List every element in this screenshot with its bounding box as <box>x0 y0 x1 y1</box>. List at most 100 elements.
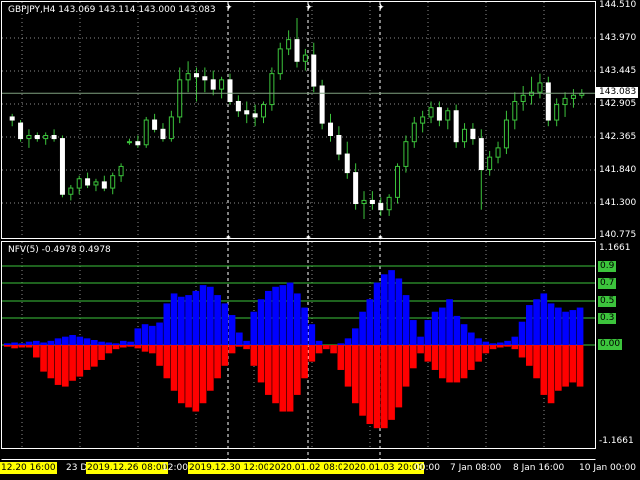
histogram-bar-positive <box>185 295 192 345</box>
price-axis-label: 143.445 <box>599 66 637 76</box>
histogram-bar-positive <box>555 307 562 345</box>
histogram-bar-negative <box>228 345 236 354</box>
histogram-bar-positive <box>475 338 482 345</box>
histogram-bar-positive <box>439 307 446 345</box>
marker-icon: ✦ <box>377 233 384 242</box>
level-tag-0.3: 0.3 <box>598 313 617 324</box>
indicator-axis-max: 1.1661 <box>599 243 631 253</box>
histogram-bar-negative <box>236 345 243 347</box>
histogram-bar-positive <box>308 324 316 345</box>
histogram-bar-positive <box>526 305 533 345</box>
time-axis-label: 10 Jan 00:00 <box>579 463 636 473</box>
nfv-histogram <box>4 270 584 429</box>
histogram-bar-negative <box>127 345 134 347</box>
histogram-bar-positive <box>344 338 352 345</box>
candle-bull <box>570 94 576 99</box>
histogram-bar-positive <box>221 303 229 345</box>
candle-bull <box>68 187 74 195</box>
indicator-axis-min: -1.1661 <box>599 436 634 446</box>
histogram-bar-positive <box>562 311 569 345</box>
histogram-bar-negative <box>279 345 287 412</box>
histogram-bar-negative <box>62 345 69 387</box>
histogram-bar-positive <box>446 299 453 345</box>
candle-bull <box>302 54 308 62</box>
histogram-bar-negative <box>446 345 453 383</box>
candle-bull <box>177 79 183 118</box>
histogram-bar-negative <box>91 345 98 367</box>
current-price-tag: 143.083 <box>596 87 638 98</box>
candle-bull <box>411 122 417 143</box>
histogram-bar-positive <box>294 293 301 345</box>
time-axis-label: 2020.01.03 20:00 <box>342 462 425 474</box>
histogram-bar-negative <box>424 345 432 362</box>
histogram-bar-negative <box>286 345 294 412</box>
candle-bear <box>344 153 350 174</box>
histogram-bar-negative <box>555 345 562 391</box>
candle-bull <box>286 39 292 50</box>
candle-bull <box>26 134 32 140</box>
histogram-bar-positive <box>257 299 265 345</box>
histogram-bar-negative <box>33 345 40 358</box>
histogram-bar-negative <box>83 345 91 370</box>
histogram-bar-negative <box>533 345 540 379</box>
histogram-bar-negative <box>192 345 200 412</box>
marker-icon: ✦ <box>225 233 232 242</box>
histogram-bar-positive <box>301 307 308 345</box>
histogram-bar-negative <box>569 345 577 383</box>
candle-bear <box>378 203 384 211</box>
candle-bear <box>85 178 91 186</box>
histogram-bar-positive <box>504 340 511 345</box>
histogram-bar-positive <box>134 328 142 345</box>
price-axis-label: 141.300 <box>599 198 637 208</box>
candle-bear <box>369 199 375 205</box>
histogram-bar-negative <box>547 345 555 404</box>
histogram-bar-negative <box>178 345 185 404</box>
histogram-bar-positive <box>533 299 540 345</box>
histogram-bar-positive <box>178 296 185 345</box>
histogram-bar-negative <box>25 345 33 348</box>
histogram-bar-positive <box>250 311 258 345</box>
candle-bull <box>462 128 468 143</box>
candle-bear <box>160 128 166 140</box>
histogram-bar-negative <box>69 345 76 381</box>
histogram-bar-positive <box>373 282 381 345</box>
histogram-bar-positive <box>33 340 40 345</box>
histogram-bar-negative <box>265 345 272 395</box>
candle-bear <box>18 122 24 140</box>
histogram-bar-positive <box>76 336 84 345</box>
histogram-bar-positive <box>468 332 475 345</box>
candle-bull <box>445 110 451 121</box>
histogram-bar-positive <box>25 341 33 345</box>
price-axis-label: 142.905 <box>599 99 637 109</box>
time-axis-label: 2019.12.26 08:00 <box>86 462 169 474</box>
histogram-bar-positive <box>236 332 243 345</box>
histogram-bar-negative <box>294 345 301 395</box>
histogram-bar-positive <box>366 299 374 345</box>
candle-bear <box>193 73 199 78</box>
histogram-bar-positive <box>279 285 287 345</box>
histogram-bar-positive <box>141 324 149 345</box>
marker-icon: ✦ <box>305 233 312 242</box>
histogram-bar-positive <box>120 340 127 345</box>
histogram-bar-negative <box>207 345 214 391</box>
candle-bull <box>143 119 149 146</box>
histogram-bar-positive <box>315 340 323 345</box>
histogram-bar-positive <box>47 340 55 345</box>
time-axis-label: 23 D <box>66 463 88 473</box>
candle-bear <box>152 119 158 130</box>
histogram-bar-positive <box>156 322 163 345</box>
marker-icon: ✦ <box>225 3 233 13</box>
symbol-title: GBPJPY,H4 143.069 143.114 143.000 143.08… <box>8 5 216 16</box>
level-tag-0.5: 0.5 <box>598 296 617 307</box>
histogram-bar-positive <box>388 270 395 345</box>
histogram-bar-negative <box>315 345 323 354</box>
indicator-title: NFV(5) -0.4978 0.4978 <box>8 245 111 255</box>
histogram-bar-positive <box>170 293 178 345</box>
histogram-bar-positive <box>460 324 468 345</box>
histogram-bar-negative <box>511 345 519 350</box>
histogram-bar-positive <box>127 341 134 345</box>
candle-bear <box>59 138 65 195</box>
histogram-bar-positive <box>105 342 113 345</box>
histogram-bar-positive <box>489 343 497 345</box>
histogram-bar-negative <box>11 345 18 349</box>
